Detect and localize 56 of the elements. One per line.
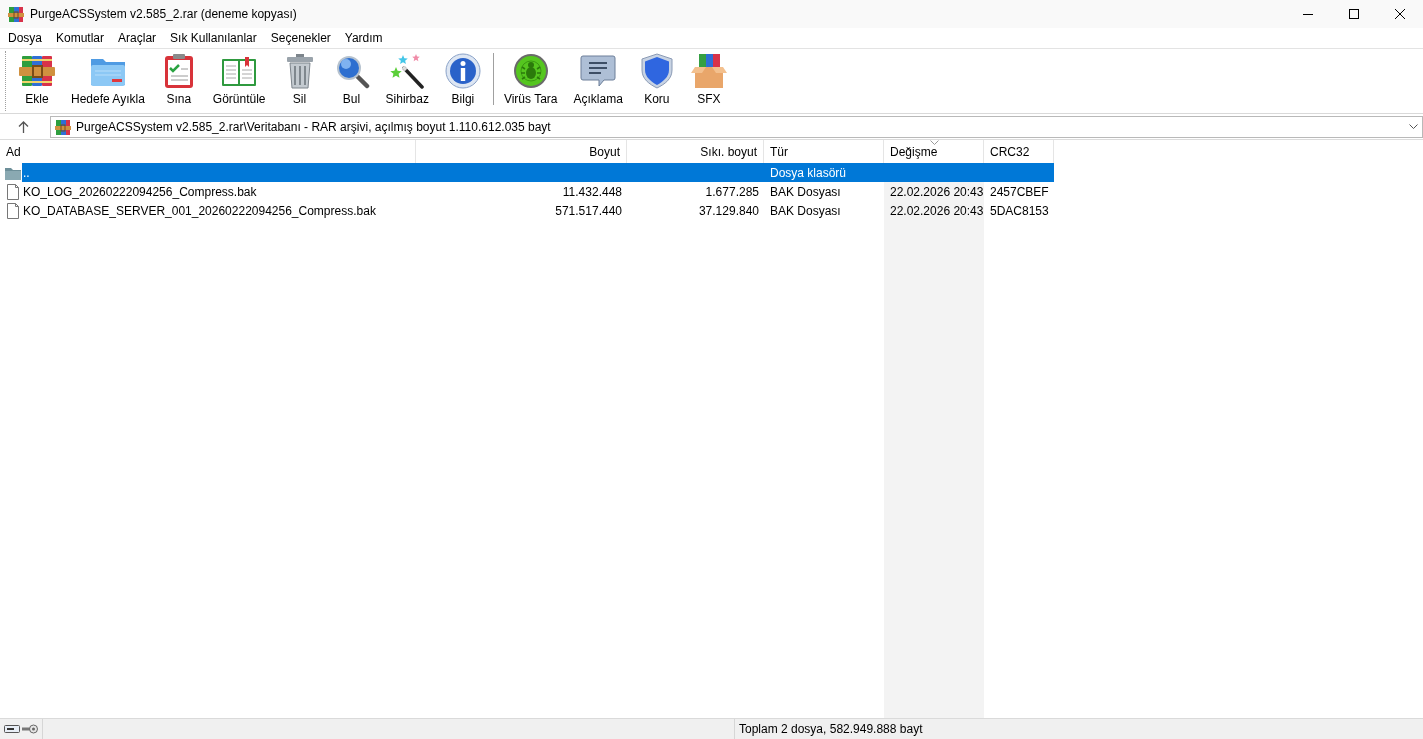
file-name: KO_DATABASE_SERVER_001_20260222094256_Compress.bak bbox=[23, 203, 376, 218]
magic-wand-icon bbox=[389, 53, 426, 89]
archive-icon bbox=[8, 6, 24, 22]
status-text: Toplam 2 dosya, 582.949.888 bayt bbox=[739, 722, 923, 736]
packed-size: 37.129.840 bbox=[698, 203, 759, 218]
speech-bubble-icon bbox=[580, 53, 617, 89]
box-icon bbox=[690, 53, 727, 89]
menu-item[interactable]: Seçenekler bbox=[263, 29, 338, 47]
file-type: BAK Dosyası bbox=[770, 203, 841, 218]
delete-button[interactable]: Sil bbox=[273, 49, 326, 108]
path-field[interactable]: PurgeACSSystem v2.585_2.rar\Veritabanı - RAR arşivi, açılmış boyut 1.110.612.035 bayt bbox=[50, 115, 1423, 138]
crc-checksum: 2457CBEF bbox=[990, 184, 1049, 199]
menu-item[interactable]: Komutlar bbox=[49, 29, 112, 47]
file-size: 11.432.448 bbox=[562, 184, 622, 199]
file-icon bbox=[5, 202, 21, 219]
wizard-button[interactable]: Sihirbaz bbox=[377, 49, 437, 108]
file-type: Dosya klasörü bbox=[770, 165, 847, 180]
packed-size: 1.677.285 bbox=[705, 184, 759, 199]
archive-icon bbox=[55, 118, 71, 135]
info-button[interactable]: Bilgi bbox=[436, 49, 489, 108]
extract-button[interactable]: Hedefe Ayıkla bbox=[63, 49, 153, 108]
window-title: PurgeACSSystem v2.585_2.rar (deneme kopyası) bbox=[30, 7, 298, 21]
file-name: .. bbox=[23, 165, 30, 180]
info-icon bbox=[444, 53, 481, 89]
file-size: 571.517.440 bbox=[555, 203, 622, 218]
up-arrow-icon bbox=[17, 120, 29, 133]
file-icon bbox=[5, 183, 21, 200]
test-button[interactable]: Sına bbox=[152, 49, 205, 108]
close-icon bbox=[1395, 9, 1405, 19]
file-row[interactable]: KO_LOG_20260222094256_Compress.bak 11.432.448 1.677.285 BAK Dosyası 22.02.2026 20:43 2457CBEF bbox=[22, 182, 1054, 201]
sfx-button[interactable]: SFX bbox=[682, 49, 735, 108]
menu-item[interactable]: Dosya bbox=[1, 29, 49, 47]
add-button[interactable]: Ekle bbox=[11, 49, 63, 108]
sort-caret-icon bbox=[929, 140, 939, 145]
file-type: BAK Dosyası bbox=[770, 184, 841, 199]
menu-item[interactable]: Sık Kullanılanlar bbox=[163, 29, 264, 47]
file-row[interactable]: .. Dosya klasörü bbox=[22, 163, 1054, 182]
virus-scan-button[interactable]: Virüs Tara bbox=[495, 49, 566, 108]
shield-icon bbox=[638, 53, 675, 89]
file-name: KO_LOG_20260222094256_Compress.bak bbox=[23, 184, 257, 199]
caret-icon bbox=[1409, 124, 1418, 129]
maximize-icon bbox=[1349, 9, 1359, 19]
drive-icon bbox=[4, 725, 20, 733]
protect-button[interactable]: Koru bbox=[630, 49, 683, 108]
menu-item[interactable]: Yardım bbox=[337, 29, 390, 47]
find-button[interactable]: Bul bbox=[325, 49, 378, 108]
menu-item[interactable]: Araçlar bbox=[111, 29, 164, 47]
modified-date: 22.02.2026 20:43 bbox=[890, 203, 984, 218]
crc-checksum: 5DAC8153 bbox=[990, 203, 1049, 218]
file-row[interactable]: KO_DATABASE_SERVER_001_20260222094256_Compress.bak 571.517.440 37.129.840 BAK Dosyası 22.02.2026 20:43 5DAC8153 bbox=[22, 201, 1054, 220]
modified-date: 22.02.2026 20:43 bbox=[890, 184, 984, 199]
comment-button[interactable]: Açıklama bbox=[565, 49, 631, 108]
bug-icon bbox=[512, 53, 549, 89]
view-button[interactable]: Görüntüle bbox=[204, 49, 274, 108]
books-icon bbox=[19, 53, 55, 89]
key-icon bbox=[22, 724, 38, 734]
